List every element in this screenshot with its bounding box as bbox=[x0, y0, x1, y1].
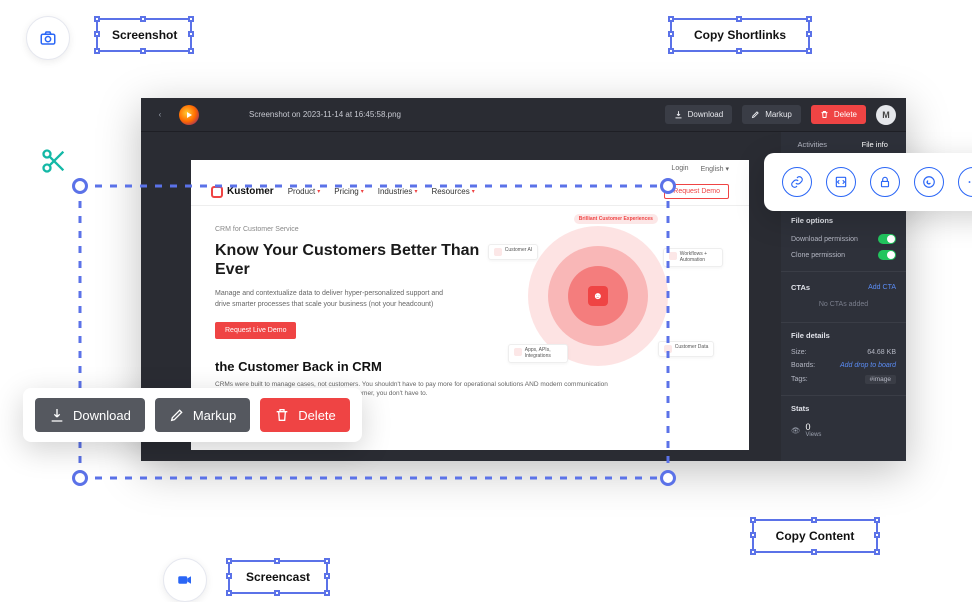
nav-pricing: Pricing bbox=[334, 187, 363, 196]
scissors-icon bbox=[40, 147, 68, 175]
link-icon-button[interactable] bbox=[782, 167, 812, 197]
filename-label: Screenshot on 2023-11-14 at 16:45:58.png bbox=[249, 110, 401, 119]
video-icon-button[interactable] bbox=[163, 558, 207, 602]
section-ctas: CTAs Add CTA No CTAs added bbox=[781, 271, 906, 322]
chip-data: Customer Data bbox=[658, 341, 715, 357]
actionbar-delete-button[interactable]: Delete bbox=[260, 398, 350, 432]
titlebar-markup-button[interactable]: Markup bbox=[742, 105, 801, 124]
size-value: 64.68 KB bbox=[867, 349, 896, 356]
section2-title: the Customer Back in CRM bbox=[215, 359, 725, 374]
nav-resources: Resources bbox=[431, 187, 474, 196]
clone-permission-label: Clone permission bbox=[791, 252, 845, 259]
button-label: Delete bbox=[298, 408, 336, 423]
selection-handle-br[interactable] bbox=[660, 470, 676, 486]
selection-handle-tr[interactable] bbox=[660, 178, 676, 194]
add-cta-link[interactable]: Add CTA bbox=[868, 284, 896, 291]
nav-industries: Industries bbox=[378, 187, 418, 196]
back-button[interactable]: ‹ bbox=[151, 110, 169, 119]
actionbar-download-button[interactable]: Download bbox=[35, 398, 145, 432]
actionbar-markup-button[interactable]: Markup bbox=[155, 398, 250, 432]
chip-apps: Apps, APIs, Integrations bbox=[508, 344, 568, 363]
section-file-options: File options Download permission Clone p… bbox=[781, 207, 906, 271]
download-permission-label: Download permission bbox=[791, 236, 858, 243]
k-login: Login bbox=[671, 165, 688, 173]
clone-permission-toggle[interactable] bbox=[878, 250, 896, 260]
callout-copy-content: Copy Content bbox=[752, 519, 878, 553]
tags-label: Tags: bbox=[791, 376, 808, 383]
file-details-heading: File details bbox=[791, 331, 896, 340]
button-label: Download bbox=[73, 408, 131, 423]
button-label: Markup bbox=[193, 408, 236, 423]
size-label: Size: bbox=[791, 349, 807, 356]
hero-title: Know Your Customers Better Than Ever bbox=[215, 241, 488, 279]
selection-handle-bl[interactable] bbox=[72, 470, 88, 486]
section-file-details: File details Size: 64.68 KB Boards: Add dr… bbox=[781, 322, 906, 395]
file-options-heading: File options bbox=[791, 216, 896, 225]
app-logo bbox=[179, 105, 199, 125]
embed-icon-button[interactable] bbox=[826, 167, 856, 197]
views-count: 0 bbox=[806, 422, 822, 432]
callout-screenshot: Screenshot bbox=[96, 18, 192, 52]
button-label: Markup bbox=[765, 110, 792, 119]
chip-customer-ai: Customer AI bbox=[488, 244, 539, 260]
callout-label: Screenshot bbox=[112, 28, 177, 42]
stats-heading: Stats bbox=[791, 404, 896, 413]
hero-body: Manage and contextualize data to deliver… bbox=[215, 289, 445, 309]
button-label: Delete bbox=[834, 110, 857, 119]
smiley-icon: ☻ bbox=[588, 286, 608, 306]
user-avatar[interactable]: M bbox=[876, 105, 896, 125]
camera-icon-button[interactable] bbox=[26, 16, 70, 60]
hero-eyebrow: CRM for Customer Service bbox=[215, 226, 488, 233]
callout-copy-shortlinks: Copy Shortlinks bbox=[670, 18, 810, 52]
more-icon-button[interactable] bbox=[958, 167, 972, 197]
titlebar-delete-button[interactable]: Delete bbox=[811, 105, 866, 124]
nav-product: Product bbox=[288, 187, 321, 196]
callout-label: Copy Shortlinks bbox=[694, 28, 786, 42]
whatsapp-icon-button[interactable] bbox=[914, 167, 944, 197]
ctas-empty: No CTAs added bbox=[791, 295, 896, 314]
tag-brilliant: Brilliant Customer Experiences bbox=[574, 214, 658, 224]
views-label: Views bbox=[806, 432, 822, 438]
callout-label: Copy Content bbox=[776, 529, 855, 543]
chip-workflows: Workflows + Automation bbox=[663, 248, 723, 267]
selection-handle-tl[interactable] bbox=[72, 178, 88, 194]
download-permission-toggle[interactable] bbox=[878, 234, 896, 244]
ctas-heading: CTAs bbox=[791, 283, 810, 292]
titlebar: ‹ Screenshot on 2023-11-14 at 16:45:58.p… bbox=[141, 98, 906, 132]
kustomer-logo: Kustomer bbox=[211, 186, 274, 198]
titlebar-download-button[interactable]: Download bbox=[665, 105, 733, 124]
lock-icon-button[interactable] bbox=[870, 167, 900, 197]
callout-screencast: Screencast bbox=[228, 560, 328, 594]
shortlink-toolbar bbox=[764, 153, 972, 211]
tags-value: #image bbox=[865, 375, 896, 384]
button-label: Download bbox=[688, 110, 724, 119]
floating-action-bar: Download Markup Delete bbox=[23, 388, 362, 442]
eye-icon: 👁 bbox=[791, 426, 801, 435]
boards-value[interactable]: Add drop to board bbox=[840, 362, 896, 369]
section-stats: Stats 👁 0 Views bbox=[781, 395, 906, 449]
boards-label: Boards: bbox=[791, 362, 815, 369]
k-lang: English ▾ bbox=[701, 165, 729, 173]
hero-cta: Request Live Demo bbox=[215, 322, 296, 339]
callout-label: Screencast bbox=[246, 570, 310, 584]
